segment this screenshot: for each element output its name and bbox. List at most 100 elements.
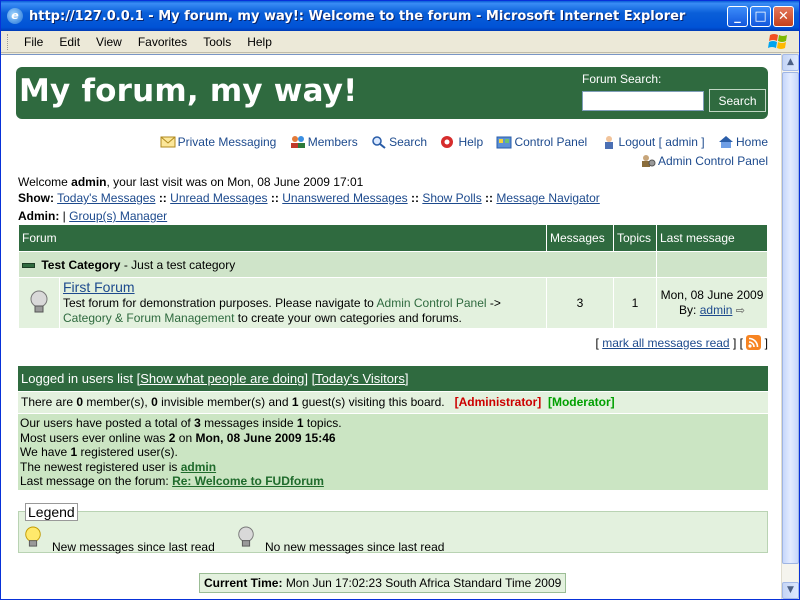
welcome-text: Welcome admin, your last visit was on Mo… bbox=[18, 175, 363, 189]
link-todays-messages[interactable]: Today's Messages bbox=[57, 191, 155, 205]
home-icon bbox=[718, 136, 733, 148]
stats-registered: 1 bbox=[70, 445, 78, 459]
admin-panel-icon bbox=[641, 155, 656, 167]
stats-1a: Our users have posted a total of bbox=[20, 416, 191, 430]
header-forum: Forum bbox=[19, 225, 546, 251]
title-bar: e http://127.0.0.1 - My forum, my way!: … bbox=[1, 1, 799, 31]
show-sep: :: bbox=[410, 191, 419, 205]
category-row[interactable]: Test Category - Just a test category bbox=[19, 252, 767, 277]
mark-read-row: [ mark all messages read ] [ ] bbox=[596, 335, 768, 350]
link-show-activity[interactable]: [Show what people are doing] bbox=[137, 371, 308, 386]
stats-line-4: The newest registered user is admin bbox=[20, 460, 766, 475]
link-unread-messages[interactable]: Unread Messages bbox=[170, 191, 267, 205]
nav-members[interactable]: Members bbox=[290, 135, 358, 149]
menu-view[interactable]: View bbox=[88, 35, 130, 49]
admin-label: Admin: bbox=[18, 209, 60, 223]
stats-line-3: We have 1 registered user(s). bbox=[20, 445, 766, 460]
logout-username: admin bbox=[665, 135, 698, 149]
forum-last-message: Mon, 08 June 2009 By: admin ⇨ bbox=[657, 278, 767, 328]
envelope-icon bbox=[160, 136, 176, 148]
ie-icon: e bbox=[7, 8, 23, 24]
forum-messages-count: 3 bbox=[547, 278, 613, 328]
stats-2b: on bbox=[178, 430, 193, 445]
menu-edit[interactable]: Edit bbox=[51, 35, 88, 49]
show-sep: :: bbox=[270, 191, 279, 205]
goto-last-message-icon[interactable]: ⇨ bbox=[736, 305, 745, 317]
no-new-messages-icon bbox=[30, 290, 48, 312]
legend-new-label: New messages since last read bbox=[52, 540, 215, 554]
link-category-forum-management[interactable]: Category & Forum Management bbox=[63, 311, 234, 325]
scroll-thumb[interactable] bbox=[782, 72, 799, 564]
legend-none-label: No new messages since last read bbox=[265, 540, 445, 554]
last-message-date: Mon, 08 June 2009 bbox=[660, 287, 764, 302]
admin-row: Admin: | Group(s) Manager bbox=[18, 209, 167, 223]
nav-search[interactable]: Search bbox=[371, 135, 427, 149]
link-message-navigator[interactable]: Message Navigator bbox=[496, 191, 599, 205]
members-icon bbox=[290, 136, 305, 148]
current-time-value: Mon Jun 17:02:23 South Africa Standard T… bbox=[285, 576, 562, 590]
scroll-up-button[interactable]: ▲ bbox=[782, 54, 799, 71]
search-button[interactable]: Search bbox=[709, 89, 766, 112]
maximize-button[interactable]: □ bbox=[750, 5, 771, 27]
stats-5a: Last message on the forum: bbox=[20, 474, 169, 488]
browser-window: e http://127.0.0.1 - My forum, my way!: … bbox=[0, 0, 800, 600]
last-message-user-link[interactable]: admin bbox=[700, 303, 733, 317]
collapse-icon[interactable] bbox=[22, 262, 35, 268]
menu-help[interactable]: Help bbox=[239, 35, 280, 49]
link-show-polls[interactable]: Show Polls bbox=[422, 191, 481, 205]
window-title: http://127.0.0.1 - My forum, my way!: We… bbox=[29, 8, 686, 24]
members-count: 0 bbox=[76, 395, 84, 409]
header-topics: Topics bbox=[614, 225, 656, 251]
header-last-message: Last message bbox=[657, 225, 767, 251]
forum-desc-1: Test forum for demonstration purposes. P… bbox=[63, 296, 374, 310]
legend-title: Legend bbox=[25, 503, 78, 521]
forum-table: Forum Messages Topics Last message Test … bbox=[18, 224, 768, 329]
stats-2a: Most users ever online was bbox=[20, 430, 166, 445]
link-todays-visitors[interactable]: [Today's Visitors] bbox=[312, 371, 409, 386]
nav-private-messaging[interactable]: Private Messaging bbox=[160, 135, 276, 149]
forum-stats: Our users have posted a total of 3 messa… bbox=[18, 414, 768, 490]
scroll-down-button[interactable]: ▼ bbox=[782, 582, 799, 599]
vertical-scrollbar[interactable]: ▲ ▼ bbox=[781, 54, 799, 599]
search-input[interactable] bbox=[582, 91, 704, 111]
nav-logout[interactable]: Logout [ admin ] bbox=[601, 135, 705, 149]
nav-home[interactable]: Home bbox=[718, 135, 768, 149]
nav-admin-control-panel[interactable]: Admin Control Panel bbox=[640, 154, 768, 168]
search-label: Forum Search: bbox=[582, 72, 662, 86]
members-text-1: There are bbox=[21, 395, 74, 409]
welcome-prefix: Welcome bbox=[18, 175, 68, 189]
forum-status-cell bbox=[19, 278, 59, 328]
top-nav: Private Messaging Members Search Help Co… bbox=[150, 135, 768, 152]
link-groups-manager[interactable]: Group(s) Manager bbox=[69, 209, 167, 223]
last-message-link[interactable]: Re: Welcome to FUDforum bbox=[172, 474, 324, 488]
admin-sep: | bbox=[62, 209, 66, 223]
members-text-3: invisible member(s) and bbox=[161, 395, 289, 409]
moderator-tag: [Moderator] bbox=[547, 395, 615, 409]
minimize-button[interactable]: _ bbox=[727, 5, 748, 27]
new-messages-icon bbox=[25, 526, 41, 547]
forum-link-first-forum[interactable]: First Forum bbox=[63, 279, 135, 295]
menu-favorites[interactable]: Favorites bbox=[130, 35, 195, 49]
nav-help[interactable]: Help bbox=[440, 135, 483, 149]
close-button[interactable]: ✕ bbox=[773, 5, 794, 27]
forum-table-header: Forum Messages Topics Last message bbox=[19, 225, 767, 251]
forum-topics-count: 1 bbox=[614, 278, 656, 328]
stats-max-online: 2 bbox=[168, 430, 176, 445]
link-admin-control-panel[interactable]: Admin Control Panel bbox=[377, 296, 487, 310]
nav-control-panel[interactable]: Control Panel bbox=[496, 135, 587, 149]
menu-file[interactable]: File bbox=[16, 35, 51, 49]
link-unanswered-messages[interactable]: Unanswered Messages bbox=[282, 191, 407, 205]
rss-icon[interactable] bbox=[746, 335, 762, 350]
stats-4a: The newest registered user is bbox=[20, 459, 178, 474]
search-icon bbox=[372, 136, 386, 149]
category-name: Test Category bbox=[41, 257, 121, 272]
mark-all-read-link[interactable]: mark all messages read bbox=[602, 336, 729, 350]
newest-user-link[interactable]: admin bbox=[181, 460, 216, 474]
stats-max-date: Mon, 08 June 2009 15:46 bbox=[195, 430, 336, 445]
show-sep: :: bbox=[485, 191, 494, 205]
menu-tools[interactable]: Tools bbox=[195, 35, 239, 49]
nav-control-panel-label: Control Panel bbox=[514, 135, 588, 149]
online-header: Logged in users list [Show what people a… bbox=[18, 366, 768, 391]
invisible-count: 0 bbox=[151, 395, 158, 409]
forum-info-cell: First Forum Test forum for demonstration… bbox=[60, 278, 546, 328]
